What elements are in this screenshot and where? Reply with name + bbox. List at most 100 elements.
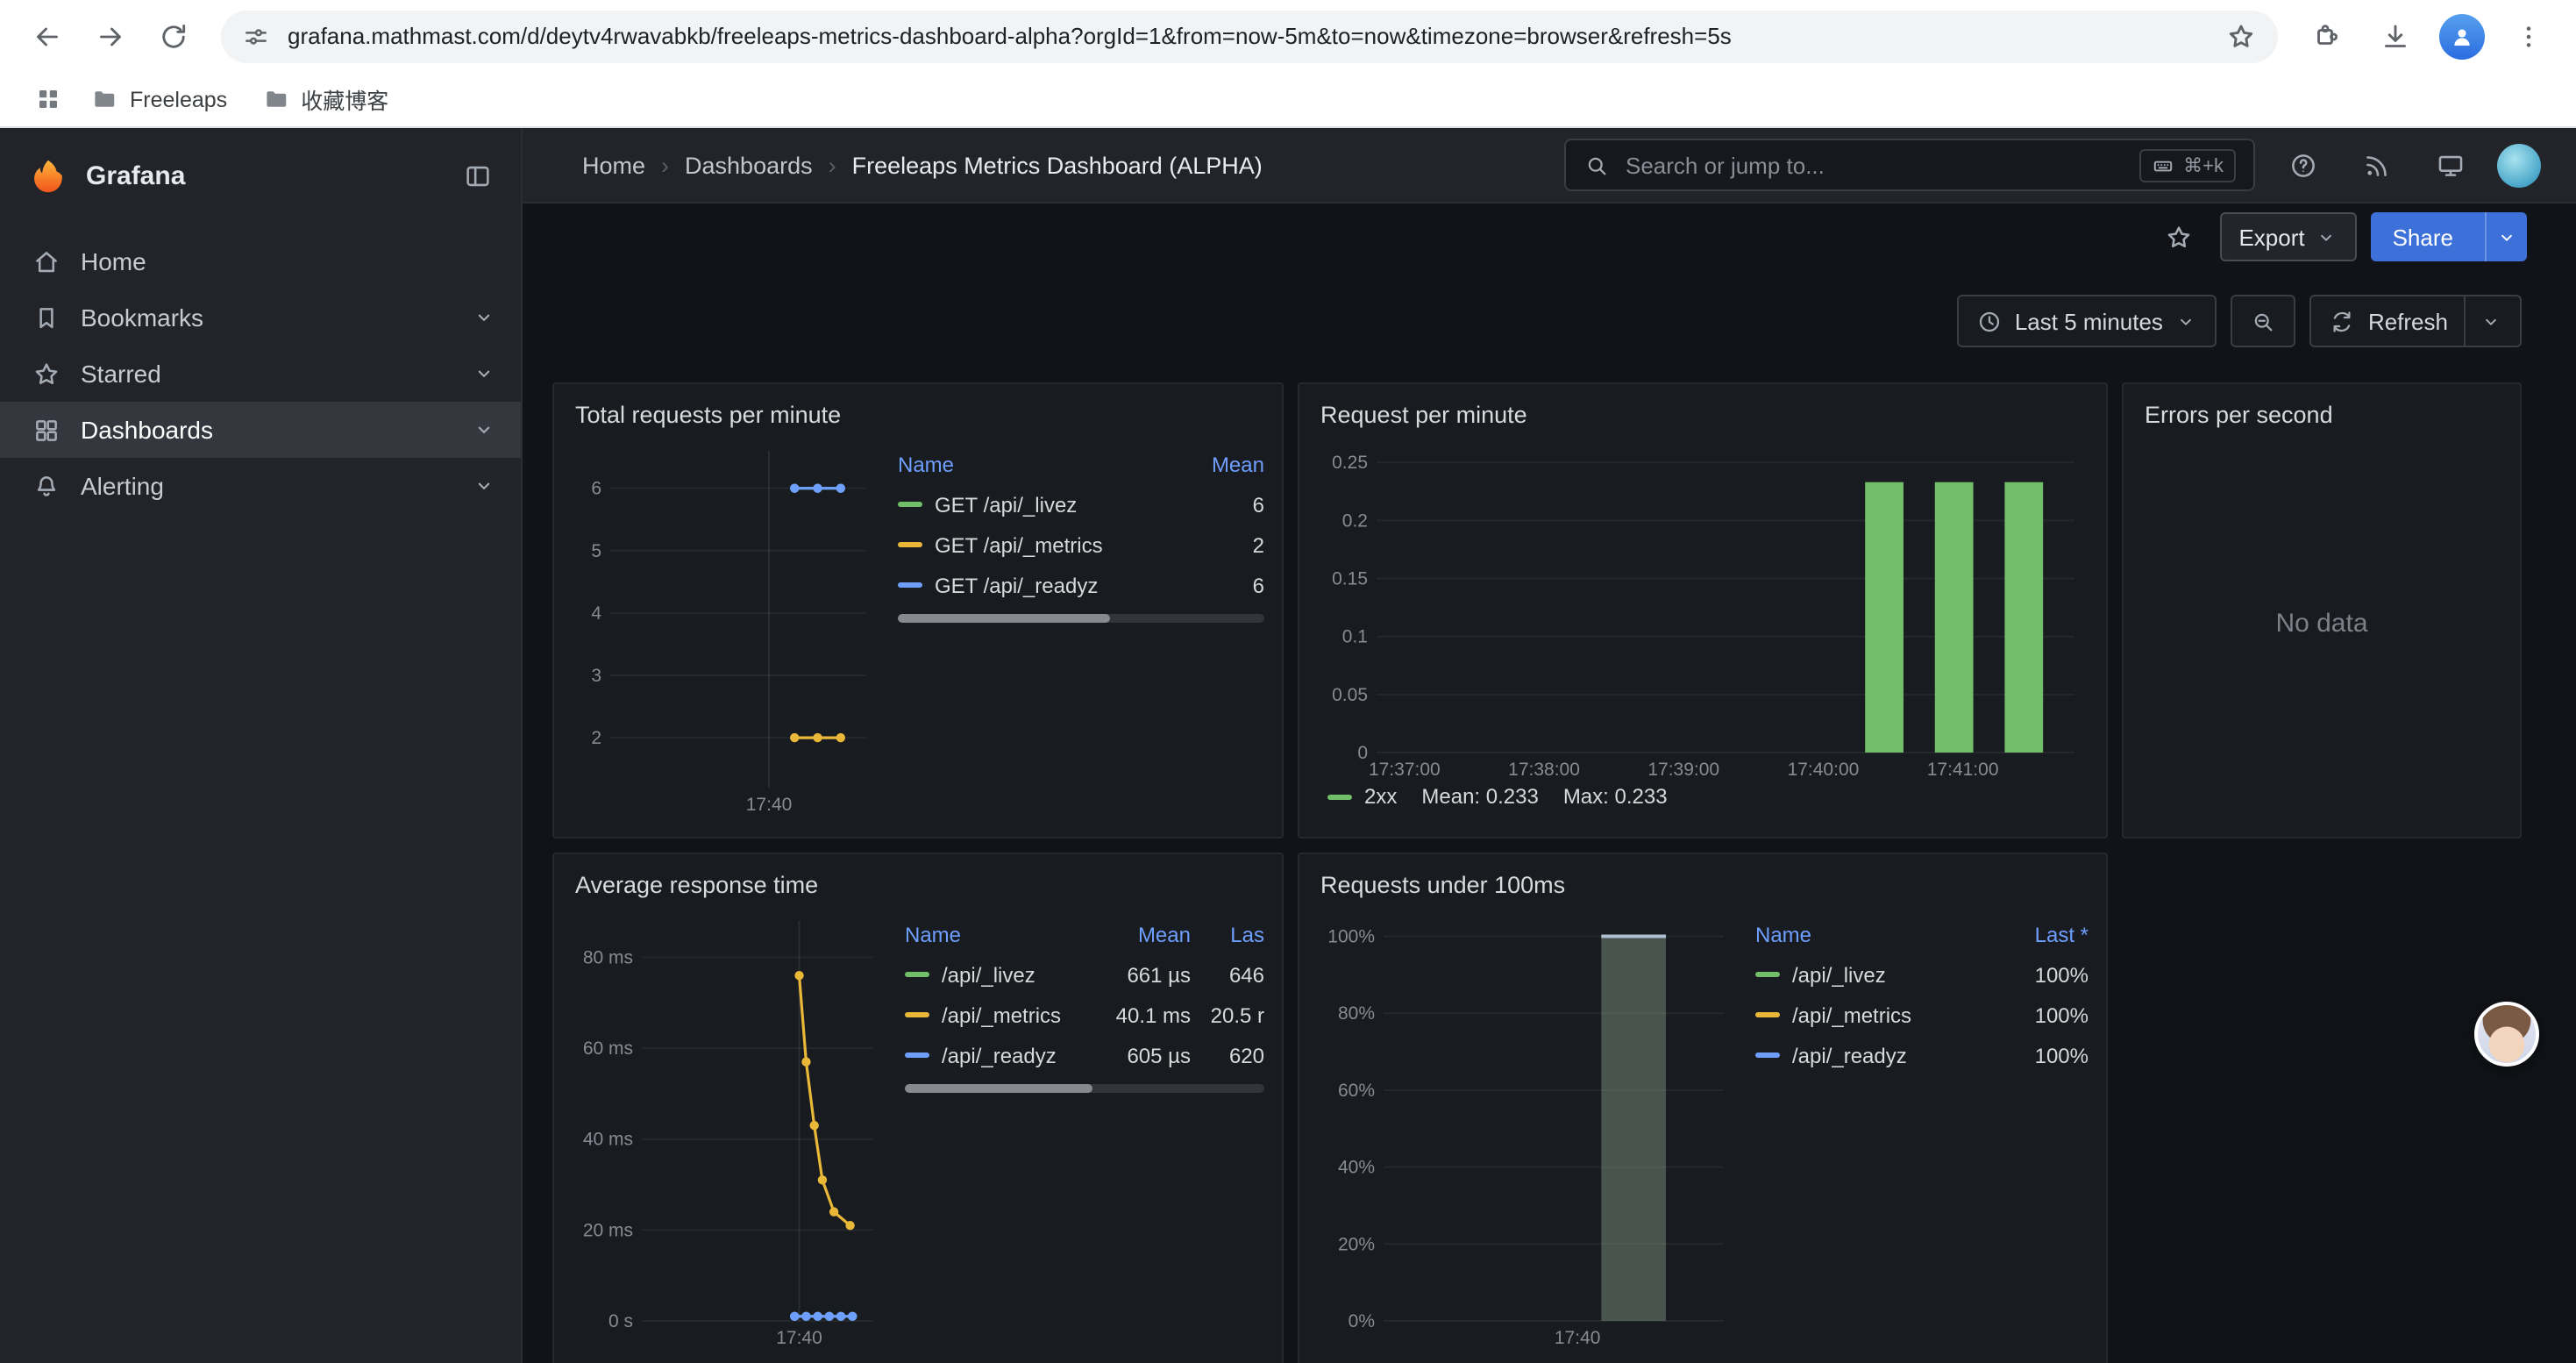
user-avatar[interactable] <box>2497 143 2541 187</box>
svg-text:0.25: 0.25 <box>1332 453 1368 473</box>
grafana-logo[interactable] <box>28 155 68 196</box>
panel-total-requests[interactable]: Total requests per minute 6543217:40 Nam… <box>552 382 1284 838</box>
legend-row[interactable]: /api/_metrics100% <box>1755 995 2089 1035</box>
panel-title[interactable]: Total requests per minute <box>572 398 1264 437</box>
back-button[interactable] <box>21 10 74 62</box>
legend-scrollbar[interactable] <box>905 1084 1264 1093</box>
legend-value: 100% <box>1987 962 2089 987</box>
apps-shortcut-button[interactable] <box>25 76 70 122</box>
legend-header[interactable]: Name <box>898 452 1163 476</box>
svg-text:0.1: 0.1 <box>1342 627 1368 647</box>
breadcrumb-current: Freeleaps Metrics Dashboard (ALPHA) <box>852 152 1263 178</box>
clock-icon <box>1976 308 2003 334</box>
panel-title[interactable]: Errors per second <box>2141 398 2502 437</box>
breadcrumb-home[interactable]: Home <box>582 152 645 178</box>
legend-header[interactable]: Name <box>1755 922 1987 946</box>
share-menu-caret[interactable] <box>2485 212 2527 261</box>
reload-icon <box>158 20 189 52</box>
site-settings-icon[interactable] <box>242 22 270 50</box>
sidebar-item-home[interactable]: Home <box>0 233 521 289</box>
legend-row[interactable]: /api/_livez661 µs646 <box>905 954 1264 995</box>
legend-value: 661 µs <box>1092 962 1191 987</box>
sidebar-item-label: Dashboards <box>81 416 213 444</box>
bookmark-blog-favorites[interactable]: 收藏博客 <box>248 75 402 123</box>
panel-title[interactable]: Requests under 100ms <box>1317 868 2089 907</box>
bookmark-star-icon[interactable] <box>2225 20 2257 52</box>
legend-row[interactable]: /api/_metrics40.1 ms20.5 r <box>905 995 1264 1035</box>
breadcrumb-dashboards[interactable]: Dashboards <box>685 152 813 178</box>
share-label[interactable]: Share <box>2372 212 2474 261</box>
kiosk-mode-button[interactable] <box>2423 139 2476 191</box>
downloads-button[interactable] <box>2369 10 2422 62</box>
brand-name[interactable]: Grafana <box>86 161 445 190</box>
series-color-swatch <box>1327 794 1352 799</box>
url-text[interactable]: grafana.mathmast.com/d/deytv4rwavabkb/fr… <box>288 23 2208 49</box>
legend-row[interactable]: GET /api/_livez6 <box>898 484 1264 525</box>
reload-button[interactable] <box>147 10 200 62</box>
chevron-down-icon[interactable] <box>472 361 496 386</box>
sidebar-item-alerting[interactable]: Alerting <box>0 458 521 514</box>
favorite-dashboard-button[interactable] <box>2153 211 2205 263</box>
collapse-sidebar-icon[interactable] <box>463 161 493 190</box>
legend-header[interactable]: Mean <box>1163 452 1264 476</box>
svg-text:17:40: 17:40 <box>776 1328 822 1348</box>
chevron-down-icon[interactable] <box>472 305 496 330</box>
total-requests-chart[interactable]: 6543217:40 <box>572 437 880 816</box>
url-bar[interactable]: grafana.mathmast.com/d/deytv4rwavabkb/fr… <box>221 10 2278 62</box>
search-shortcut-badge: ⌘+k <box>2139 148 2236 182</box>
legend-header[interactable]: Mean <box>1092 922 1191 946</box>
panel-under-100ms[interactable]: Requests under 100ms 100%80%60%40%20%0%1… <box>1298 853 2108 1363</box>
folder-icon <box>91 86 117 112</box>
legend-item-2xx[interactable]: 2xx <box>1327 784 1397 809</box>
request-per-minute-chart[interactable]: 0.250.20.150.10.05017:37:0017:38:0017:39… <box>1317 437 2089 781</box>
bookmark-freeleaps[interactable]: Freeleaps <box>77 79 241 119</box>
legend-row[interactable]: /api/_readyz605 µs620 <box>905 1035 1264 1075</box>
share-button[interactable]: Share <box>2372 212 2527 261</box>
legend-scrollbar[interactable] <box>898 614 1264 623</box>
avg-response-chart[interactable]: 80 ms60 ms40 ms20 ms0 s17:40 <box>572 907 887 1349</box>
zoom-out-button[interactable] <box>2231 295 2296 347</box>
extensions-button[interactable] <box>2299 10 2352 62</box>
scrollbar-thumb[interactable] <box>905 1084 1092 1093</box>
panel-title[interactable]: Request per minute <box>1317 398 2089 437</box>
panel-errors-per-second[interactable]: Errors per second No data <box>2122 382 2522 838</box>
browser-profile-avatar[interactable] <box>2439 13 2485 59</box>
legend-header[interactable]: Last * <box>1987 922 2089 946</box>
scrollbar-thumb[interactable] <box>898 614 1110 623</box>
sidebar-item-dashboards[interactable]: Dashboards <box>0 402 521 458</box>
sidebar-item-starred[interactable]: Starred <box>0 346 521 402</box>
under-100ms-chart[interactable]: 100%80%60%40%20%0%17:40 <box>1317 907 1738 1349</box>
legend-row[interactable]: /api/_livez 100% <box>1755 954 2089 995</box>
legend: 2xx Mean: 0.233 Max: 0.233 <box>1317 784 2089 809</box>
home-icon <box>32 246 61 276</box>
news-button[interactable] <box>2350 139 2402 191</box>
panel-title[interactable]: Average response time <box>572 868 1264 907</box>
legend-row[interactable]: GET /api/_metrics2 <box>898 525 1264 565</box>
search-input[interactable]: Search or jump to... ⌘+k <box>1564 139 2255 191</box>
browser-menu-button[interactable] <box>2502 10 2555 62</box>
chevron-down-icon <box>2175 310 2198 332</box>
person-icon <box>2448 22 2476 50</box>
export-button[interactable]: Export <box>2219 212 2357 261</box>
legend-header[interactable]: Las <box>1191 922 1264 946</box>
legend-row[interactable]: /api/_readyz100% <box>1755 1035 2089 1075</box>
forward-button[interactable] <box>84 10 137 62</box>
panel-avg-response-time[interactable]: Average response time 80 ms60 ms40 ms20 … <box>552 853 1284 1363</box>
help-button[interactable] <box>2276 139 2329 191</box>
legend-value: 40.1 ms <box>1092 1003 1191 1027</box>
legend-header[interactable]: Name <box>905 922 1092 946</box>
refresh-button[interactable]: Refresh <box>2310 295 2522 347</box>
panel-request-per-minute[interactable]: Request per minute 0.250.20.150.10.05017… <box>1298 382 2108 838</box>
chevron-down-icon[interactable] <box>472 417 496 442</box>
refresh-interval-caret[interactable] <box>2464 296 2502 346</box>
sidebar-item-bookmarks[interactable]: Bookmarks <box>0 289 521 346</box>
series-name: /api/_livez <box>1792 962 1886 987</box>
legend-container: NameLast * /api/_livez 100% /api/_metrics10… <box>1755 907 2089 1349</box>
time-range-picker[interactable]: Last 5 minutes <box>1957 295 2217 347</box>
svg-text:100%: 100% <box>1327 927 1375 947</box>
assistant-avatar[interactable] <box>2474 1002 2539 1067</box>
legend-row[interactable]: GET /api/_readyz6 <box>898 565 1264 605</box>
no-data-message: No data <box>2275 608 2367 638</box>
grafana-header: Home › Dashboards › Freeleaps Metrics Da… <box>523 128 2576 203</box>
chevron-down-icon[interactable] <box>472 474 496 498</box>
